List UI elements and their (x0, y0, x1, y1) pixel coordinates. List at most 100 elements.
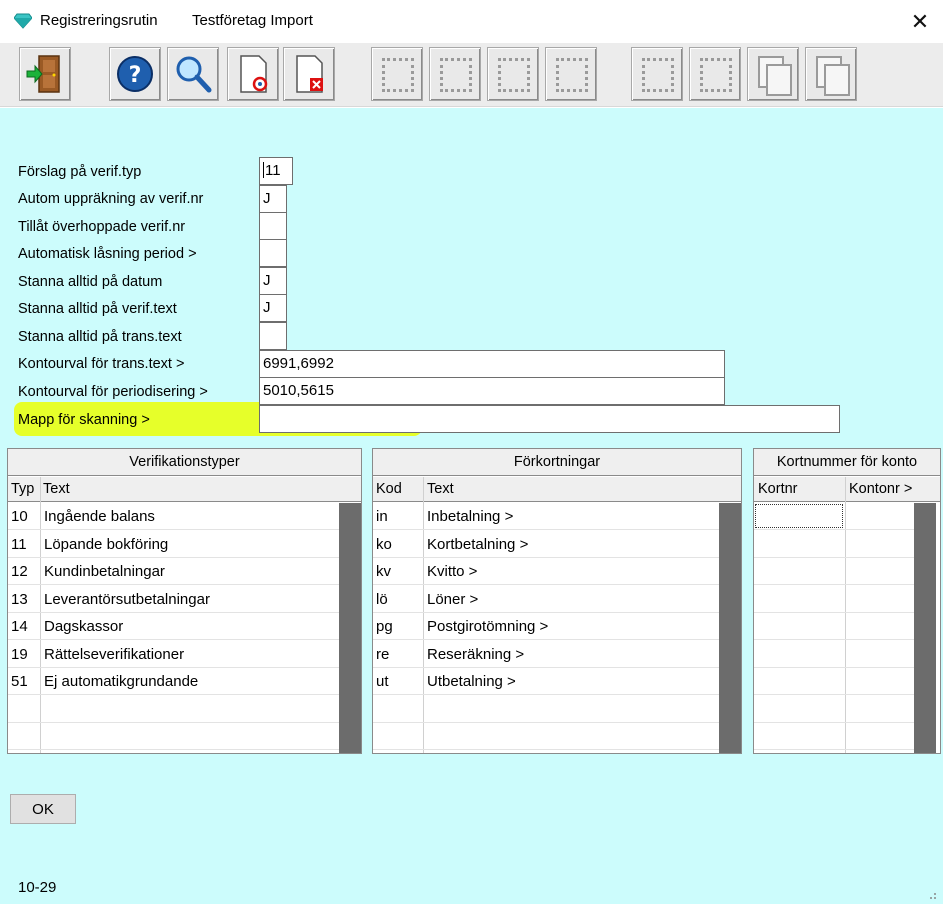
stanna-trans-text-input[interactable] (259, 322, 287, 350)
table-row[interactable]: 14 Dagskassor (8, 613, 339, 640)
field-label-mapp-skanning: Mapp för skanning > (18, 412, 150, 428)
toolbar-disabled-button-4[interactable] (545, 47, 597, 101)
blank-icon (556, 58, 588, 92)
table-row[interactable] (754, 641, 914, 668)
field-label-tillat-overhoppade: Tillåt överhoppade verif.nr (18, 219, 186, 235)
window-title: Registreringsrutin (40, 12, 158, 29)
table-row[interactable]: re Reseräkning > (373, 641, 719, 668)
table-row[interactable] (754, 723, 914, 750)
mapp-skanning-input[interactable] (259, 405, 840, 433)
column-header-kortnr[interactable]: Kortnr (758, 477, 798, 502)
blank-icon (700, 58, 732, 92)
cell-text: Postgirotömning > (427, 618, 549, 635)
table-row[interactable]: pg Postgirotömning > (373, 613, 719, 640)
vertical-scrollbar[interactable] (719, 503, 741, 753)
cell-kod: ko (376, 536, 392, 553)
table-row[interactable]: in Inbetalning > (373, 503, 719, 530)
cell-kod: re (376, 646, 390, 663)
cell-text: Löpande bokföring (44, 536, 169, 553)
field-label-verif-typ: Förslag på verif.typ (18, 164, 142, 180)
cell-text: Kundinbetalningar (44, 563, 165, 580)
tillat-overhoppade-input[interactable] (259, 212, 287, 240)
cell-kod: ut (376, 673, 389, 690)
table-row[interactable]: 19 Rättelseverifikationer (8, 641, 339, 668)
cell-typ: 51 (11, 673, 28, 690)
forkortningar-title: Förkortningar (373, 449, 741, 476)
table-row[interactable]: kv Kvitto > (373, 558, 719, 585)
column-header-kod[interactable]: Kod (376, 477, 402, 502)
table-row[interactable]: 51 Ej automatikgrundande (8, 668, 339, 695)
kortnummer-header: Kortnr Kontonr > (754, 477, 940, 502)
table-row[interactable]: ko Kortbetalning > (373, 531, 719, 558)
toolbar-disabled-button-5[interactable] (631, 47, 683, 101)
resize-grip-icon[interactable] (927, 890, 937, 900)
vertical-scrollbar[interactable] (914, 503, 936, 753)
table-row[interactable]: lö Löner > (373, 586, 719, 613)
ok-button[interactable]: OK (10, 794, 76, 824)
close-button[interactable]: ✕ (897, 0, 943, 43)
table-row[interactable]: 10 Ingående balans (8, 503, 339, 530)
table-row[interactable] (754, 531, 914, 558)
cell-typ: 13 (11, 591, 28, 608)
cell-kod: lö (376, 591, 388, 608)
table-row[interactable] (754, 668, 914, 695)
toolbar-disabled-button-6[interactable] (689, 47, 741, 101)
blank-icon (382, 58, 414, 92)
table-row[interactable]: 11 Löpande bokföring (8, 531, 339, 558)
table-row[interactable]: ut Utbetalning > (373, 668, 719, 695)
help-button[interactable]: ? (109, 47, 161, 101)
field-label-stanna-datum: Stanna alltid på datum (18, 274, 163, 290)
column-header-text[interactable]: Text (43, 477, 70, 502)
verifikationstyper-title: Verifikationstyper (8, 449, 361, 476)
table-row[interactable] (754, 696, 914, 723)
vertical-scrollbar[interactable] (339, 503, 361, 753)
column-header-kontonr[interactable]: Kontonr > (849, 477, 912, 502)
blank-icon (440, 58, 472, 92)
table-row[interactable] (754, 503, 914, 530)
focus-cell[interactable] (755, 504, 843, 528)
table-row[interactable] (8, 723, 339, 750)
cell-typ: 10 (11, 508, 28, 525)
table-row[interactable] (754, 558, 914, 585)
kontourval-periodisering-input[interactable]: 5010,5615 (259, 377, 725, 405)
field-label-automatisk-lasning: Automatisk låsning period > (18, 246, 197, 262)
forkortningar-grid: Förkortningar Kod Text in Inbetalning > k… (372, 448, 742, 754)
table-row[interactable] (754, 613, 914, 640)
table-row[interactable] (373, 723, 719, 750)
automatisk-lasning-input[interactable] (259, 239, 287, 267)
table-row[interactable] (373, 696, 719, 723)
cell-kod: pg (376, 618, 393, 635)
search-button[interactable] (167, 47, 219, 101)
exit-button[interactable] (19, 47, 71, 101)
column-header-text[interactable]: Text (427, 477, 454, 502)
cell-text: Inbetalning > (427, 508, 514, 525)
toolbar-copy-button-1[interactable] (747, 47, 799, 101)
stanna-verif-text-input[interactable]: J (259, 294, 287, 322)
field-label-autom-upprakning: Autom uppräkning av verif.nr (18, 191, 204, 207)
cell-typ: 11 (11, 536, 27, 553)
table-row[interactable]: 12 Kundinbetalningar (8, 558, 339, 585)
verifikationstyper-header: Typ Text (8, 477, 361, 502)
cell-kod: in (376, 508, 388, 525)
cell-text: Dagskassor (44, 618, 124, 635)
cell-text: Kvitto > (427, 563, 478, 580)
cell-text: Kortbetalning > (427, 536, 529, 553)
column-header-typ[interactable]: Typ (11, 477, 34, 502)
refresh-document-button[interactable] (227, 47, 279, 101)
delete-document-button[interactable] (283, 47, 335, 101)
table-row[interactable] (754, 586, 914, 613)
toolbar-copy-button-2[interactable] (805, 47, 857, 101)
toolbar-disabled-button-3[interactable] (487, 47, 539, 101)
toolbar-disabled-button-1[interactable] (371, 47, 423, 101)
table-row[interactable] (8, 696, 339, 723)
toolbar-disabled-button-2[interactable] (429, 47, 481, 101)
cell-text: Reseräkning > (427, 646, 525, 663)
field-label-stanna-verif-text: Stanna alltid på verif.text (18, 301, 177, 317)
kontourval-trans-input[interactable]: 6991,6992 (259, 350, 725, 378)
verif-typ-input[interactable]: 11 (259, 157, 293, 185)
stanna-datum-input[interactable]: J (259, 267, 287, 295)
document-refresh-icon (240, 55, 268, 93)
table-row[interactable]: 13 Leverantörsutbetalningar (8, 586, 339, 613)
window-company: Testföretag Import (192, 12, 313, 29)
autom-upprakning-input[interactable]: J (259, 185, 287, 213)
